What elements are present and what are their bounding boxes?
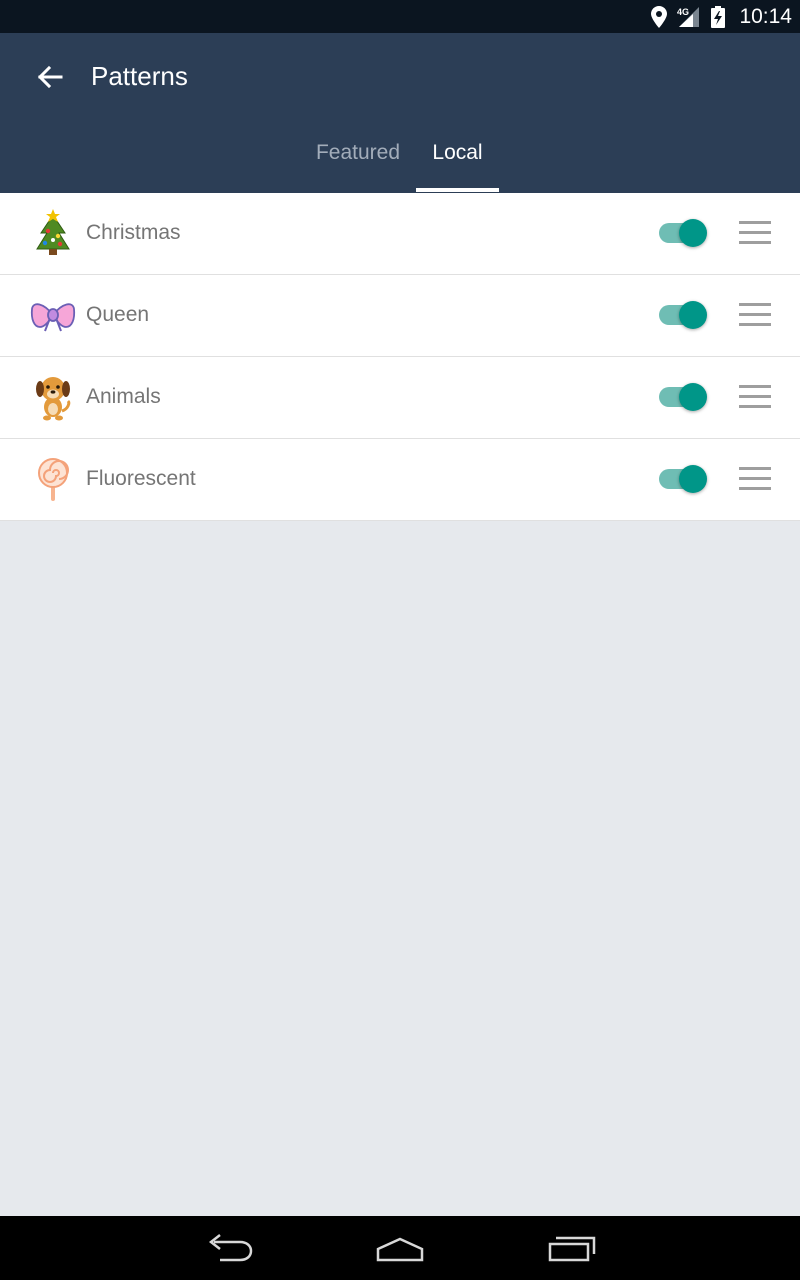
back-button[interactable] [30, 57, 70, 97]
list-item[interactable]: Queen [0, 275, 800, 357]
enable-toggle[interactable] [658, 462, 710, 496]
app-bar: Patterns Featured Local [0, 33, 800, 193]
enable-toggle[interactable] [658, 298, 710, 332]
toggle-thumb [679, 383, 707, 411]
status-time: 10:14 [739, 4, 792, 28]
nav-home-button[interactable] [370, 1230, 430, 1266]
list-item-label: Queen [86, 303, 150, 326]
tab-indicator [416, 188, 499, 192]
pattern-list: Christmas Queen Animals Fluorescent [0, 193, 800, 521]
nav-recents-button[interactable] [540, 1230, 600, 1266]
tab-local-label: Local [432, 141, 483, 164]
tab-featured[interactable]: Featured [300, 141, 416, 193]
toggle-thumb [679, 219, 707, 247]
list-item-label: Christmas [86, 221, 181, 244]
enable-toggle[interactable] [658, 216, 710, 250]
status-bar: 4G 10:14 [0, 0, 800, 33]
list-item[interactable]: Christmas [0, 193, 800, 275]
recents-nav-icon [548, 1236, 596, 1262]
enable-toggle[interactable] [658, 380, 710, 414]
toggle-thumb [679, 465, 707, 493]
drag-handle-icon[interactable] [736, 382, 772, 412]
network-type-label: 4G [677, 7, 689, 17]
home-nav-icon [376, 1237, 424, 1262]
nav-back-button[interactable] [200, 1230, 260, 1266]
page-title: Patterns [91, 61, 188, 91]
battery-charging-icon [711, 5, 726, 28]
toggle-thumb [679, 301, 707, 329]
tab-local[interactable]: Local [416, 141, 499, 193]
system-nav-bar [0, 1216, 800, 1280]
arrow-left-icon [37, 65, 63, 89]
puppy-icon [36, 377, 71, 421]
status-icons: 4G 10:14 [651, 0, 792, 33]
list-item[interactable]: Fluorescent [0, 439, 800, 521]
bow-icon [30, 303, 76, 332]
back-nav-icon [208, 1234, 253, 1262]
location-icon [651, 5, 668, 28]
drag-handle-icon[interactable] [736, 218, 772, 248]
list-item[interactable]: Animals [0, 357, 800, 439]
list-item-label: Fluorescent [86, 467, 196, 490]
christmas-tree-icon [36, 209, 70, 255]
signal-icon: 4G [677, 6, 700, 27]
lollipop-icon [38, 458, 69, 501]
drag-handle-icon[interactable] [736, 464, 772, 494]
tab-featured-label: Featured [315, 141, 401, 164]
drag-handle-icon[interactable] [736, 300, 772, 330]
list-item-label: Animals [86, 385, 161, 408]
